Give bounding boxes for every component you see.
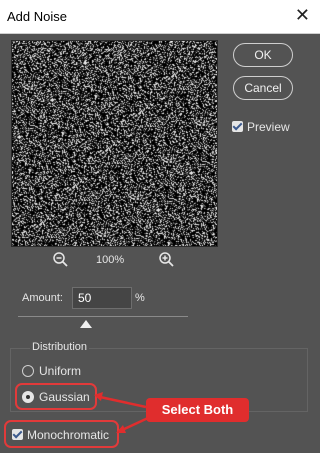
close-icon[interactable]: ✕ <box>295 5 310 25</box>
preview-checkbox[interactable] <box>232 121 243 133</box>
zoom-in-icon[interactable] <box>158 251 176 269</box>
monochromatic-highlight <box>4 420 119 448</box>
gaussian-highlight <box>15 383 97 410</box>
ok-button[interactable]: OK <box>233 43 293 67</box>
dialog-titlebar: Add Noise ✕ <box>0 0 320 34</box>
zoom-out-icon[interactable] <box>52 251 70 269</box>
arrow-to-monochromatic <box>121 416 149 432</box>
select-both-callout: Select Both <box>146 398 249 422</box>
cancel-button[interactable]: Cancel <box>233 76 293 100</box>
noise-preview[interactable] <box>11 40 218 247</box>
radio-uniform[interactable]: Uniform <box>22 363 81 378</box>
radio-uniform-label: Uniform <box>39 363 82 378</box>
distribution-label: Distribution <box>30 341 90 353</box>
amount-unit: % <box>135 292 145 304</box>
radio-uniform-button[interactable] <box>22 364 34 377</box>
preview-toggle[interactable]: Preview <box>232 118 290 134</box>
amount-slider-thumb[interactable] <box>80 320 92 328</box>
amount-input[interactable]: 50 <box>72 287 132 309</box>
zoom-level: 100% <box>96 254 125 266</box>
dialog-title: Add Noise <box>7 9 67 24</box>
preview-label: Preview <box>247 119 290 134</box>
noise-preview-canvas <box>12 41 217 246</box>
amount-label: Amount: <box>22 292 63 304</box>
zoom-controls: 100% <box>0 250 230 272</box>
amount-slider-track[interactable] <box>18 316 188 317</box>
